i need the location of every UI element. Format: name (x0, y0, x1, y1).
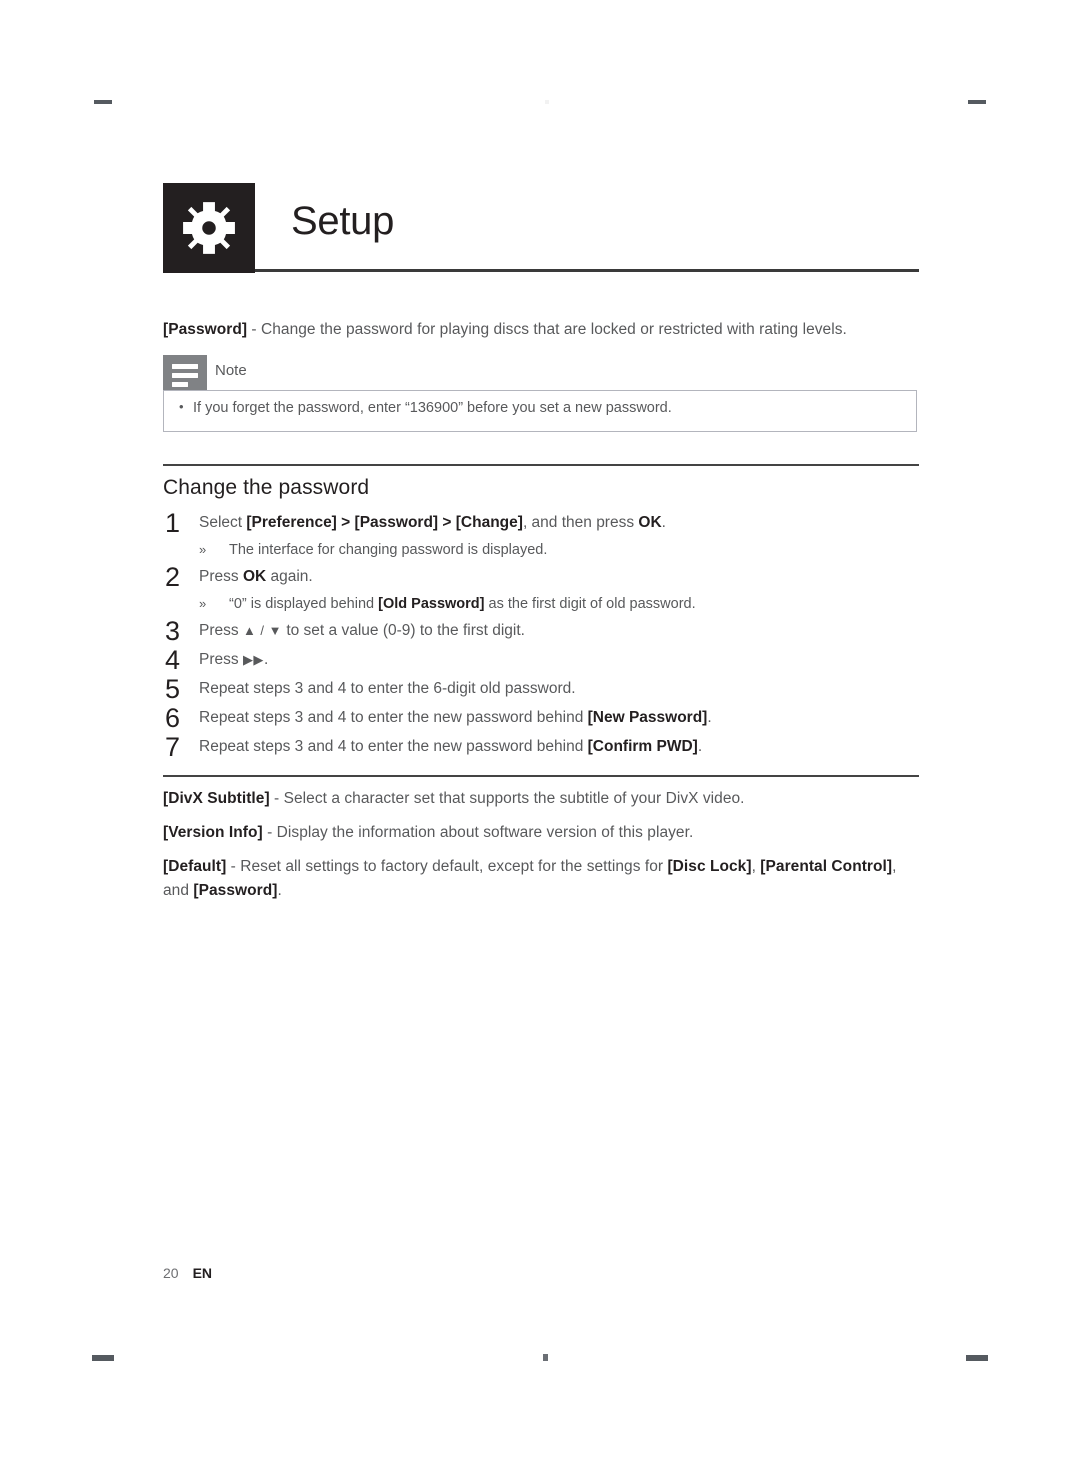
step-4: 4 Press ▶▶. (163, 645, 919, 675)
section-divider-bottom (163, 775, 919, 777)
step-1-run-0: Select (199, 514, 247, 531)
gear-icon (183, 202, 235, 254)
step-5: 5 Repeat steps 3 and 4 to enter the 6-dig… (163, 674, 919, 704)
step-text-1: Select [Preference] > [Password] > [Chan… (199, 508, 919, 538)
step-3-run-2: to set a value (0-9) to the first digit. (282, 622, 525, 639)
step-4-run-1: ▶▶ (242, 652, 264, 667)
substep-text-post: as the first digit of old password. (484, 596, 696, 612)
step-5-run-0: Repeat steps 3 and 4 to enter the 6-digi… (199, 680, 576, 697)
tail-2-run-2: [Disc Lock] (667, 858, 752, 875)
step-6: 6 Repeat steps 3 and 4 to enter the new p… (163, 703, 919, 733)
chapter-header: Setup (163, 183, 919, 279)
intro-term: [Password] (163, 321, 248, 338)
step-2-run-1: OK (242, 568, 267, 585)
tail-2-run-3: , (751, 858, 761, 875)
step-1: 1 Select [Preference] > [Password] > [Cha… (163, 508, 919, 562)
step-text-2: Press OK again. (199, 562, 919, 592)
substep-text: The interface for changing password is d… (229, 542, 548, 558)
document-page: Setup [Password] - Change the password f… (163, 0, 919, 1460)
step-1-run-6: , and then press (522, 514, 639, 531)
tail-2-run-4: [Parental Control] (760, 858, 893, 875)
step-2-substep-0: » “0” is displayed behind [Old Password] … (199, 592, 919, 616)
tail-1-run-1: - Display the information about software… (262, 824, 694, 841)
crop-mark-bottom-right (966, 1355, 988, 1361)
divx-subtitle-paragraph: [DivX Subtitle] - Select a character set… (163, 787, 919, 811)
tail-1-run-0: [Version Info] (163, 824, 263, 841)
step-1-run-1: [Preference] (246, 514, 337, 531)
step-number-3: 3 (165, 616, 181, 646)
step-4-run-0: Press (199, 651, 243, 668)
tail-2-run-1: - Reset all settings to factory default,… (226, 858, 668, 875)
step-text-6: Repeat steps 3 and 4 to enter the new pa… (199, 703, 919, 732)
substep-text-bold: [Old Password] (378, 596, 485, 612)
step-1-run-5: [Change] (455, 514, 523, 531)
step-text-7: Repeat steps 3 and 4 to enter the new pa… (199, 732, 919, 761)
step-3-run-0: Press (199, 622, 243, 639)
step-1-run-3: [Password] (354, 514, 439, 531)
step-7-run-2: . (697, 738, 703, 755)
tail-0-run-1: - Select a character set that supports t… (269, 790, 745, 807)
intro-paragraph: [Password] - Change the password for pla… (163, 318, 919, 342)
footer-page-number: 20 (163, 1265, 179, 1281)
step-number-5: 5 (165, 674, 181, 704)
step-1-run-8: . (661, 514, 666, 531)
step-6-run-2: . (707, 709, 712, 726)
page-footer: 20 EN (163, 1265, 212, 1281)
step-3: 3 Press ▲ / ▼ to set a value (0-9) to the… (163, 616, 919, 646)
step-number-2: 2 (165, 562, 181, 592)
step-number-6: 6 (165, 703, 181, 733)
step-7-run-0: Repeat steps 3 and 4 to enter the new pa… (199, 738, 588, 755)
step-number-1: 1 (165, 508, 181, 538)
tail-2-run-6: [Password] (193, 882, 278, 899)
note-tab (163, 355, 207, 393)
step-1-substep-0: » The interface for changing password is … (199, 538, 919, 562)
tail-2-run-0: [Default] (163, 858, 227, 875)
section-divider-top (163, 464, 919, 466)
step-7-run-1: [Confirm PWD] (587, 738, 698, 755)
step-1-run-4: > (438, 514, 456, 531)
step-number-7: 7 (165, 732, 181, 762)
step-6-run-0: Repeat steps 3 and 4 to enter the new pa… (199, 709, 588, 726)
step-7: 7 Repeat steps 3 and 4 to enter the new p… (163, 732, 919, 762)
note-bullet: • (179, 399, 184, 414)
chapter-icon-box (163, 183, 255, 273)
steps-list: 1 Select [Preference] > [Password] > [Cha… (163, 508, 919, 762)
default-paragraph: [Default] - Reset all settings to factor… (163, 855, 919, 903)
step-1-run-7: OK (638, 514, 662, 531)
step-3-run-1: ▲ / ▼ (242, 623, 283, 638)
section-heading: Change the password (163, 476, 370, 499)
step-2-run-2: again. (266, 568, 313, 585)
substep-marker-icon: » (199, 542, 207, 557)
footer-language: EN (192, 1265, 213, 1281)
chapter-title: Setup (291, 199, 395, 243)
intro-text: - Change the password for playing discs … (247, 321, 847, 338)
crop-mark-top-left (94, 100, 112, 104)
chapter-header-rule (255, 269, 919, 272)
note-label: Note (215, 362, 247, 379)
step-1-run-2: > (336, 514, 355, 531)
note-lines-icon (172, 364, 198, 387)
step-text-3: Press ▲ / ▼ to set a value (0-9) to the … (199, 616, 919, 645)
version-info-paragraph: [Version Info] - Display the information… (163, 821, 919, 845)
step-text-5: Repeat steps 3 and 4 to enter the 6-digi… (199, 674, 919, 703)
step-4-run-2: . (263, 651, 269, 668)
tail-2-run-7: . (277, 882, 282, 899)
crop-mark-top-right (968, 100, 986, 104)
step-2: 2 Press OK again. » “0” is displayed behind… (163, 562, 919, 616)
step-6-run-1: [New Password] (587, 709, 708, 726)
tail-0-run-0: [DivX Subtitle] (163, 790, 270, 807)
substep-text-pre: “0” is displayed behind (229, 596, 379, 612)
step-text-4: Press ▶▶. (199, 645, 919, 674)
note-item-text: If you forget the password, enter “13690… (193, 400, 672, 416)
substep-marker-icon: » (199, 596, 207, 611)
step-2-run-0: Press (199, 568, 243, 585)
note-item: • If you forget the password, enter “1369… (179, 399, 672, 416)
crop-mark-bottom-left (92, 1355, 114, 1361)
step-number-4: 4 (165, 645, 181, 675)
